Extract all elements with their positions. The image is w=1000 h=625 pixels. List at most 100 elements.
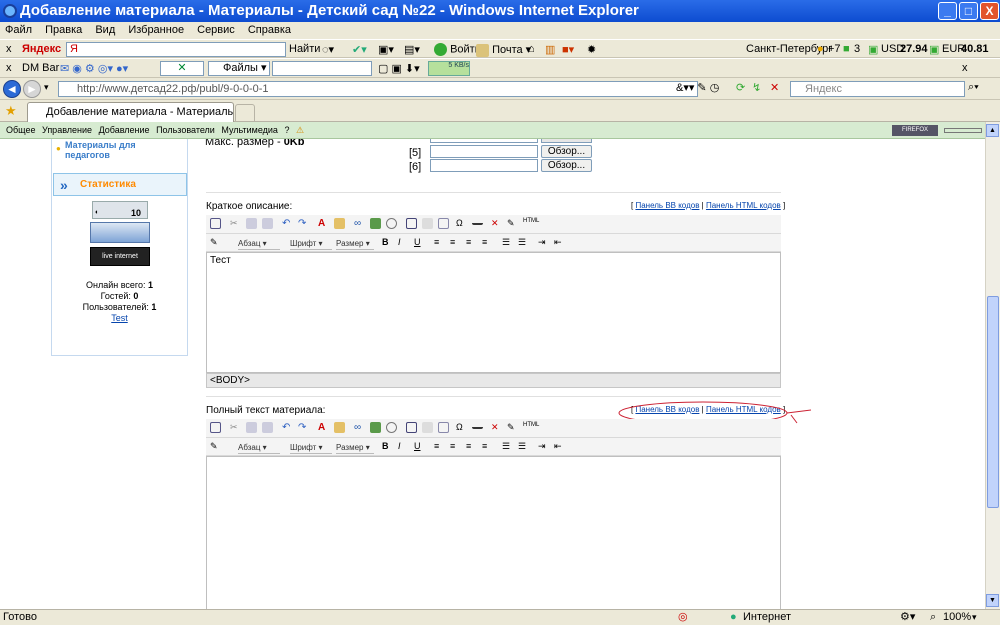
apps-icon[interactable]: ■▾ [562,43,574,56]
full-copy-icon[interactable] [246,422,257,433]
speech-bubble-icon[interactable]: ◌▾ [322,43,334,56]
short-align-center-icon[interactable]: ≡ [450,237,461,248]
full-edit-icon[interactable]: ✎ [210,441,221,452]
full-align-center-icon[interactable]: ≡ [450,441,461,452]
minimize-button[interactable]: _ [938,2,957,20]
dm-tool-icons[interactable]: ✉ ◉ ⚙ ◎▾ ●▾ [60,62,128,75]
short-size-select[interactable]: Размер ▾ [336,237,374,250]
short-link-icon[interactable]: ∞ [354,218,365,229]
short-redo-icon[interactable]: ↷ [298,218,309,229]
scrollbar-thumb[interactable] [987,296,999,508]
short-preview-icon[interactable] [210,218,221,229]
back-button[interactable]: ◄ [3,80,21,98]
short-text-color-icon[interactable]: A [318,218,329,229]
short-font-select[interactable]: Шрифт ▾ [290,237,332,250]
admin-add[interactable]: Добавление [99,125,150,135]
admin-multimedia[interactable]: Мультимедиа [221,125,278,135]
user-link[interactable]: Test [111,313,128,323]
short-undo-icon[interactable]: ↶ [282,218,293,229]
yandex-find-button[interactable]: Найти [289,43,320,55]
dm-bar-close-right[interactable]: x [962,62,968,74]
short-flash-icon[interactable] [386,218,397,229]
search-icon[interactable]: ⌕▾ [968,81,979,94]
full-outdent-icon[interactable]: ⇤ [554,441,565,452]
short-special-char-icon[interactable]: Ω [456,218,467,229]
scroll-down-button[interactable]: ▼ [986,594,999,607]
short-paste-icon[interactable] [262,218,273,229]
short-bold-button[interactable]: B [382,237,393,248]
scroll-up-button[interactable]: ▲ [986,124,999,137]
full-bold-button[interactable]: B [382,441,393,452]
new-tab-button[interactable] [235,104,255,122]
spellcheck-icon[interactable]: ✔▾ [352,43,367,56]
short-edit-icon[interactable]: ✎ [210,237,221,248]
full-flash-icon[interactable] [386,422,397,433]
full-preview-icon[interactable] [210,422,221,433]
tab-current[interactable]: Добавление материала - Материалы - Дет..… [27,102,234,122]
menu-file[interactable]: Файл [5,24,32,36]
dm-url-select[interactable] [272,61,372,76]
full-cut-icon[interactable]: ✂ [230,422,241,433]
menu-tools[interactable]: Сервис [197,24,235,36]
admin-logo-icon[interactable]: ⚠ [296,125,304,135]
maximize-button[interactable]: □ [959,2,978,20]
full-align-right-icon[interactable]: ≡ [466,441,477,452]
short-indent-icon[interactable]: ⇥ [538,237,549,248]
address-input[interactable]: http://www.детсад22.рф/publ/9-0-0-0-1 [58,81,698,97]
browse-button-6[interactable]: Обзор... [541,159,592,172]
yandex-brand[interactable]: Яндекс [22,43,61,55]
full-bg-color-icon[interactable] [334,422,345,433]
yandex-bar-close[interactable]: x [6,43,12,55]
short-paragraph-select[interactable]: Абзац ▾ [238,237,280,250]
short-cut-icon[interactable]: ✂ [230,218,241,229]
browse-button-4[interactable] [541,139,592,143]
full-size-select[interactable]: Размер ▾ [336,441,374,454]
file-input-5[interactable] [430,145,538,158]
admin-management[interactable]: Управление [42,125,92,135]
short-outdent-icon[interactable]: ⇤ [554,237,565,248]
short-copy-icon[interactable] [246,218,257,229]
short-grid-icon[interactable] [438,218,449,229]
full-italic-button[interactable]: I [398,441,409,452]
full-grid-icon[interactable] [438,422,449,433]
full-undo-icon[interactable]: ↶ [282,422,293,433]
full-image-icon[interactable] [370,422,381,433]
address-tools-icons[interactable]: &▾▾ ✎ ◷ [676,81,719,94]
short-editor-body[interactable]: Тест [206,252,781,373]
yandex-search-box[interactable]: Яндекс [790,81,965,97]
firefox-badge[interactable]: FIREFOX [892,125,938,136]
full-remove-format-icon[interactable]: ✕ [491,422,502,433]
refresh-button[interactable]: ⟳ [736,81,745,94]
full-bullet-list-icon[interactable]: ☰ [518,441,529,452]
menu-help[interactable]: Справка [248,24,291,36]
yandex-search-input[interactable]: Я [66,42,286,57]
full-paste-icon[interactable] [262,422,273,433]
full-form-icon[interactable] [422,422,433,433]
short-bullet-list-icon[interactable]: ☰ [518,237,529,248]
short-align-left-icon[interactable]: ≡ [434,237,445,248]
gear-icon[interactable]: ✹ [587,43,596,56]
admin-slider[interactable] [944,128,982,133]
dm-bar-close[interactable]: x [6,62,12,74]
dm-extra-icons[interactable]: ▢ ▣ ⬇▾ [378,62,420,75]
mail-link[interactable]: Почта ▾ [476,43,531,57]
full-paragraph-select[interactable]: Абзац ▾ [238,441,280,454]
full-text-color-icon[interactable]: A [318,422,329,433]
privacy-icon[interactable]: ◎ [678,610,688,625]
full-font-select[interactable]: Шрифт ▾ [290,441,332,454]
forward-button[interactable]: ► [23,80,41,98]
short-bg-color-icon[interactable] [334,218,345,229]
menu-view[interactable]: Вид [95,24,115,36]
protected-mode-icon[interactable]: ⚙▾ [900,610,915,625]
short-html-panel-link[interactable]: Панель HTML кодов [706,201,781,210]
browse-button-5[interactable]: Обзор... [541,145,592,158]
short-justify-icon[interactable]: ≡ [482,237,493,248]
full-indent-icon[interactable]: ⇥ [538,441,549,452]
menu-edit[interactable]: Правка [45,24,82,36]
zoom-dropdown-icon[interactable]: ▾ [972,610,977,625]
bars-icon[interactable]: ▥ [545,43,555,56]
full-link-icon[interactable]: ∞ [354,422,365,433]
reload-button[interactable]: ↯ [752,81,761,94]
home-icon[interactable]: ⌂ [528,43,535,55]
file-input-6[interactable] [430,159,538,172]
